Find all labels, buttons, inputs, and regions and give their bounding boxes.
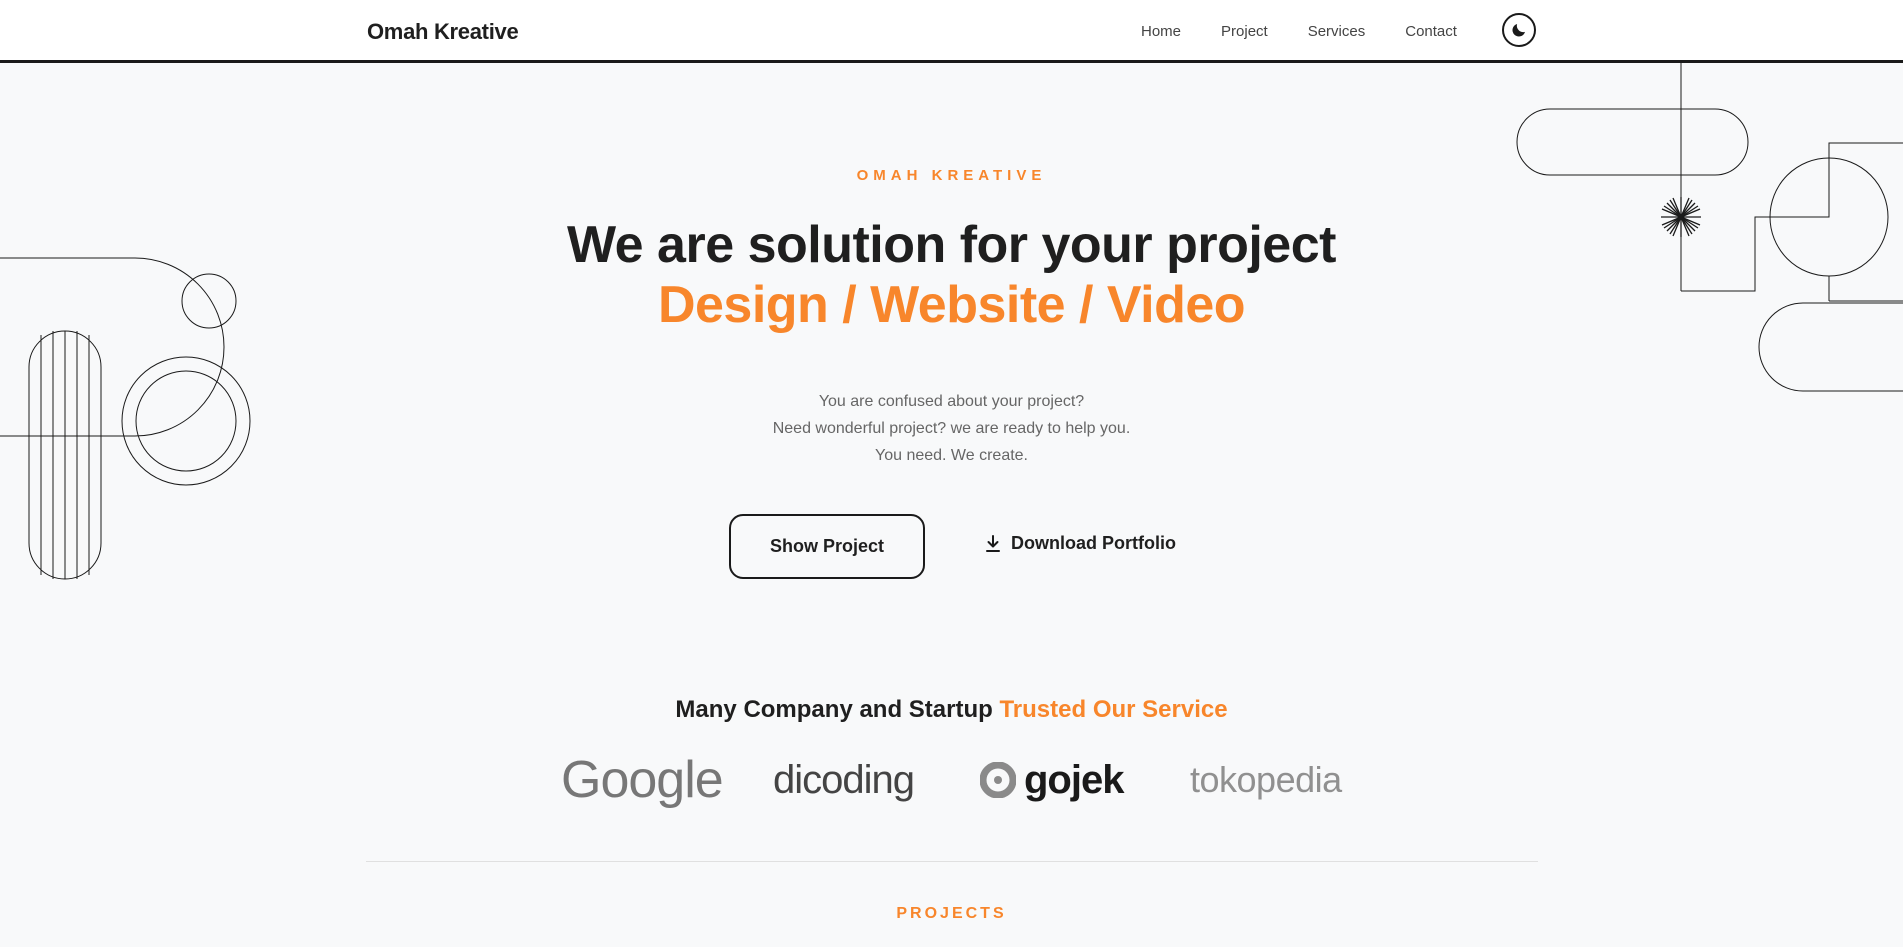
trusted-heading: Many Company and Startup Trusted Our Ser… <box>0 696 1903 724</box>
download-portfolio-button[interactable]: Download Portfolio <box>985 533 1176 554</box>
hero-description: You are confused about your project? Nee… <box>0 388 1903 469</box>
download-icon <box>986 534 1000 552</box>
nav-links: Home Project Services Contact <box>1141 23 1497 40</box>
dicoding-logo-text: dicoding <box>773 757 915 802</box>
nav-link-project[interactable]: Project <box>1221 23 1268 40</box>
nav-link-contact[interactable]: Contact <box>1405 23 1457 40</box>
theme-toggle-button[interactable] <box>1502 13 1536 47</box>
hero-description-line: Need wonderful project? we are ready to … <box>772 420 1131 437</box>
client-logos: Google dicoding gojek tokopedia <box>0 751 1903 809</box>
trusted-highlight: Trusted Our Service <box>999 696 1228 723</box>
gojek-mark-icon <box>980 762 1016 798</box>
tokopedia-logo: tokopedia <box>1190 752 1342 808</box>
projects-section-label: PROJECTS <box>896 905 1007 922</box>
section-divider <box>366 861 1538 862</box>
brand-logo[interactable]: Omah Kreative <box>367 19 519 45</box>
hero-description-line: You are confused about your project? <box>818 393 1085 410</box>
gojek-logo-text: gojek <box>1024 757 1124 802</box>
navbar: Omah Kreative Home Project Services Cont… <box>0 0 1903 63</box>
hero-description-line: You need. We create. <box>875 447 1028 464</box>
nav-link-services[interactable]: Services <box>1308 23 1366 40</box>
download-portfolio-label: Download Portfolio <box>1011 533 1176 553</box>
google-logo: Google <box>561 751 724 809</box>
trusted-text: Many Company and Startup <box>675 696 993 723</box>
moon-icon <box>1512 24 1525 37</box>
nav-link-home[interactable]: Home <box>1141 23 1181 40</box>
dicoding-logo: dicoding <box>773 752 915 808</box>
hero-title: We are solution for your project <box>567 216 1336 274</box>
hero-subtitle: Design / Website / Video <box>657 276 1246 334</box>
google-logo-text: Google <box>561 751 724 809</box>
show-project-button[interactable]: Show Project <box>729 514 925 579</box>
tokopedia-logo-text: tokopedia <box>1190 759 1342 800</box>
hero-eyebrow: OMAH KREATIVE <box>856 167 1047 184</box>
gojek-logo: gojek <box>980 752 1124 808</box>
